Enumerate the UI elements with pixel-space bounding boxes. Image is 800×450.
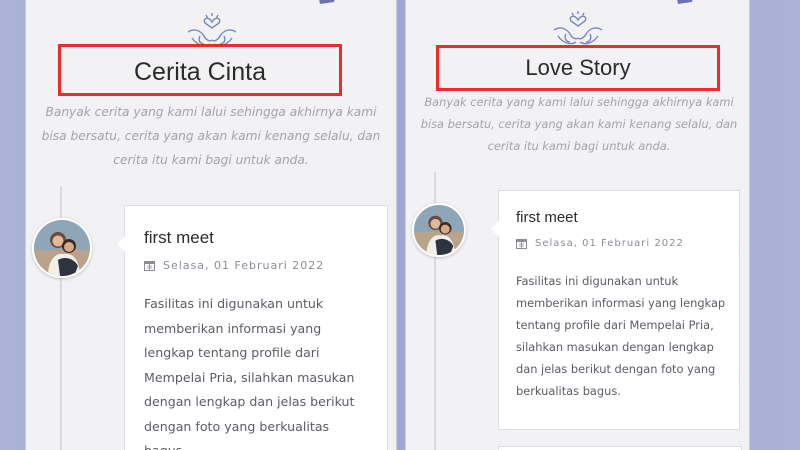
story-card: first meet Selasa, 01 Februari 2022 Fasi…	[116, 205, 388, 450]
story-panel-love-story: Love Story Banyak cerita yang kami lalui…	[405, 0, 750, 450]
story-title: first meet	[144, 228, 214, 247]
story-card: first meet Selasa, 01 Februari 2022 Fasi…	[490, 190, 740, 430]
corner-decoration-icon	[677, 0, 693, 4]
calendar-icon	[144, 261, 155, 271]
story-panel-cerita-cinta: Cerita Cinta Banyak cerita yang kami lal…	[25, 0, 397, 450]
next-story-card	[498, 446, 742, 450]
story-body: Fasilitas ini digunakan untuk memberikan…	[516, 274, 726, 398]
section-title: Love Story	[525, 55, 631, 80]
story-body: Fasilitas ini digunakan untuk memberikan…	[144, 296, 355, 450]
heart-ornament-icon	[553, 11, 603, 45]
section-subtitle: Banyak cerita yang kami lalui sehingga a…	[420, 95, 738, 153]
couple-avatar	[412, 203, 466, 257]
corner-decoration-icon	[319, 0, 335, 4]
couple-avatar	[32, 218, 92, 278]
story-date-row: Selasa, 01 Februari 2022	[144, 259, 324, 272]
story-date: Selasa, 01 Februari 2022	[163, 259, 325, 272]
story-date-row: Selasa, 01 Februari 2022	[516, 238, 684, 249]
story-date: Selasa, 01 Februari 2022	[535, 238, 684, 249]
story-title: first meet	[516, 209, 578, 226]
calendar-icon	[516, 239, 527, 249]
section-title: Cerita Cinta	[134, 58, 266, 86]
section-subtitle: Banyak cerita yang kami lalui sehingga a…	[41, 105, 381, 167]
